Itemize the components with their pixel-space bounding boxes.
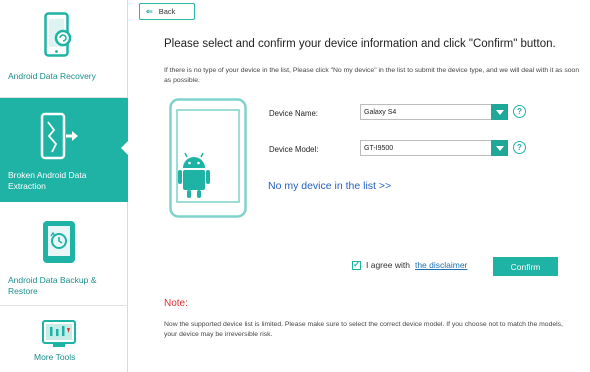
confirm-button[interactable]: Confirm: [493, 257, 558, 276]
note-title: Note:: [164, 298, 188, 309]
active-indicator: [121, 140, 129, 156]
back-button[interactable]: ⇐ Back: [139, 3, 195, 20]
back-arrow-icon: ⇐: [146, 7, 153, 16]
agree-checkbox[interactable]: ✓: [352, 260, 361, 270]
sidebar-item-label: Android Data Recovery: [8, 71, 96, 81]
device-name-help-icon[interactable]: ?: [513, 105, 526, 118]
phone-recovery-icon: [44, 12, 72, 57]
agree-text: I agree with: [366, 260, 410, 270]
device-model-select[interactable]: GT-I9500: [360, 140, 508, 156]
sidebar-item-more-tools[interactable]: More Tools: [0, 306, 128, 372]
device-model-label: Device Model:: [269, 145, 319, 154]
check-icon: ✓: [353, 260, 360, 269]
sidebar-item-broken-android-data-extraction[interactable]: Broken Android Data Extraction: [0, 98, 129, 202]
no-device-link[interactable]: No my device in the list >>: [268, 180, 391, 192]
page-title: Please select and confirm your device in…: [164, 38, 556, 50]
device-model-help-icon[interactable]: ?: [513, 141, 526, 154]
sidebar: Android Data Recovery Broken Android Dat…: [0, 0, 129, 372]
back-button-label: Back: [158, 7, 176, 16]
toolbox-icon: [42, 320, 76, 347]
chevron-down-icon[interactable]: [491, 140, 508, 156]
broken-phone-extract-icon: [40, 112, 78, 160]
chevron-down-icon[interactable]: [491, 104, 508, 120]
device-name-select[interactable]: Galaxy S4: [360, 104, 508, 120]
device-name-label: Device Name:: [269, 109, 318, 118]
device-model-value: GT-I9500: [364, 144, 394, 152]
sidebar-item-android-data-backup-restore[interactable]: Android Data Backup & Restore: [0, 202, 128, 306]
info-text: If there is no type of your device in th…: [164, 67, 580, 84]
sidebar-item-android-data-recovery[interactable]: Android Data Recovery: [0, 0, 128, 98]
disclaimer-link[interactable]: the disclaimer: [415, 260, 467, 270]
device-name-value: Galaxy S4: [364, 108, 397, 116]
sidebar-item-label: Broken Android Data Extraction: [8, 170, 87, 191]
backup-restore-icon: [43, 221, 75, 263]
agree-row: ✓ I agree with the disclaimer: [352, 259, 467, 271]
sidebar-item-label: Android Data Backup & Restore: [8, 275, 97, 296]
main-panel: ⇐ Back Please select and confirm your de…: [129, 0, 590, 372]
note-text: Now the supported device list is limited…: [164, 321, 563, 338]
android-phone-illustration: [169, 98, 247, 218]
